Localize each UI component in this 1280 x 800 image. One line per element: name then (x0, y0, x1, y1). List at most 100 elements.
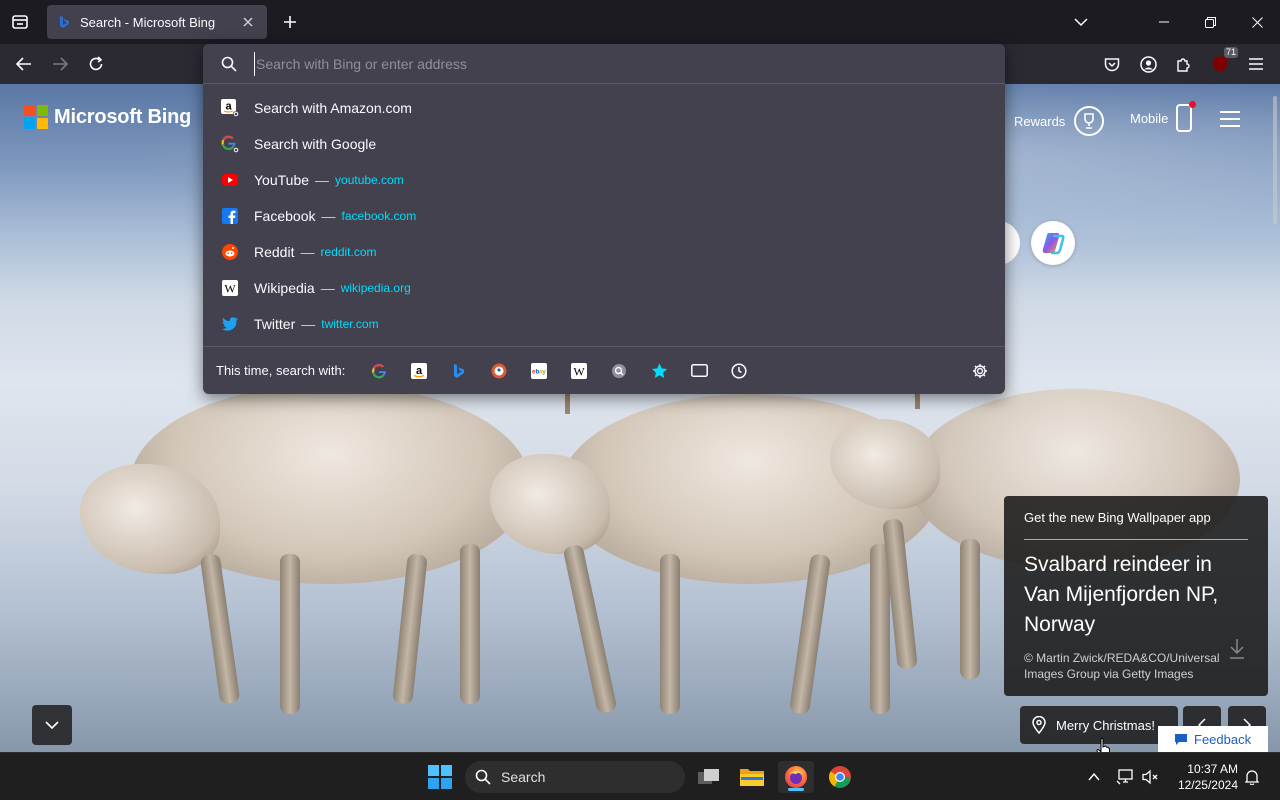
tab-bing[interactable]: Search - Microsoft Bing (47, 5, 267, 39)
speaker-muted-icon (1142, 769, 1158, 785)
oneoff-duckduckgo-button[interactable] (479, 356, 519, 386)
rewards-button[interactable]: Rewards (1014, 106, 1105, 136)
pocket-icon (1104, 57, 1120, 71)
suggestion-row[interactable]: a Search with Amazon.com (203, 90, 1005, 126)
one-off-search-bar: This time, search with: a ebay W (203, 346, 1005, 394)
app-menu-button[interactable] (1242, 50, 1270, 78)
volume-button[interactable] (1140, 761, 1162, 793)
bing-favicon-icon (60, 16, 69, 28)
chevron-down-icon (1074, 18, 1088, 26)
mobile-button[interactable]: Mobile (1130, 101, 1197, 132)
bing-logo-text: Microsoft Bing (54, 105, 192, 128)
task-view-button[interactable] (691, 761, 727, 793)
feedback-icon (1175, 733, 1187, 745)
facebook-icon (221, 207, 239, 225)
wallpaper-app-link[interactable]: Get the new Bing Wallpaper app (1024, 510, 1248, 540)
magnifier-globe-icon (612, 363, 627, 378)
oneoff-amazon-button[interactable]: a (399, 356, 439, 386)
minimize-icon (1159, 21, 1169, 23)
tab-close-button[interactable] (239, 13, 257, 31)
bing-logo[interactable]: Microsoft Bing (24, 105, 191, 129)
windows-taskbar: Search 10:37 AM 12/25/2024 (0, 752, 1280, 800)
download-icon[interactable] (1228, 638, 1246, 660)
microsoft-logo-icon (24, 105, 48, 129)
windows-icon (428, 765, 452, 789)
arrow-left-icon (16, 57, 31, 71)
back-button[interactable] (10, 50, 38, 78)
one-off-label: This time, search with: (216, 363, 346, 378)
oneoff-tabs-button[interactable] (679, 356, 719, 386)
chevron-up-icon (1088, 773, 1100, 781)
account-icon (1139, 55, 1157, 73)
suggestion-row[interactable]: Twitter — twitter.com (203, 306, 1005, 342)
start-button[interactable] (422, 761, 458, 793)
image-title[interactable]: Svalbard reindeer in Van Mijenfjorden NP… (1024, 550, 1248, 640)
restore-icon (1204, 16, 1216, 28)
network-icon (1116, 769, 1133, 785)
new-tab-button[interactable] (278, 10, 302, 34)
suggestion-row[interactable]: YouTube — youtube.com (203, 162, 1005, 198)
mouse-cursor-icon (1096, 738, 1110, 752)
location-pin-icon (1032, 716, 1046, 734)
oneoff-bing-button[interactable] (439, 356, 479, 386)
ublock-extension-button[interactable]: 71 (1206, 47, 1238, 78)
suggestion-separator: — (315, 172, 330, 188)
feedback-button[interactable]: Feedback (1158, 726, 1268, 752)
search-settings-button[interactable] (965, 356, 995, 386)
suggestion-url: wikipedia.org (340, 281, 411, 295)
extensions-button[interactable] (1170, 50, 1198, 78)
mobile-label: Mobile (1130, 110, 1169, 126)
pocket-button[interactable] (1098, 50, 1126, 78)
forward-button[interactable] (46, 50, 74, 78)
firefox-taskbar-button[interactable] (778, 761, 814, 793)
reload-button[interactable] (82, 50, 110, 78)
suggestion-title: Reddit (254, 244, 295, 260)
task-view-icon (698, 769, 719, 784)
extension-badge: 71 (1223, 47, 1238, 58)
oneoff-history-button[interactable] (719, 356, 759, 386)
file-explorer-button[interactable] (734, 761, 770, 793)
account-button[interactable] (1134, 50, 1162, 78)
oneoff-ebay-button[interactable]: ebay (519, 356, 559, 386)
show-hidden-icons-button[interactable] (1084, 761, 1104, 793)
firefox-view-button[interactable] (8, 10, 32, 34)
tab-title: Search - Microsoft Bing (80, 14, 216, 30)
suggestion-row[interactable]: Reddit — reddit.com (203, 234, 1005, 270)
address-bar (203, 44, 1005, 84)
arrow-right-icon (53, 57, 68, 71)
oneoff-custom-search-button[interactable] (599, 356, 639, 386)
address-bar-dropdown: a Search with Amazon.com Search with Googl… (203, 44, 1005, 394)
google-icon (372, 363, 387, 378)
oneoff-bookmarks-button[interactable] (639, 356, 679, 386)
suggestion-row[interactable]: Search with Google (203, 126, 1005, 162)
notifications-button[interactable] (1242, 761, 1262, 793)
amazon-icon: a (221, 99, 239, 117)
oneoff-wikipedia-button[interactable]: W (559, 356, 599, 386)
suggestion-url: facebook.com (341, 209, 417, 223)
system-clock[interactable]: 10:37 AM 12/25/2024 (1168, 761, 1238, 793)
puzzle-icon (1177, 58, 1190, 72)
page-scrollbar[interactable] (1273, 96, 1277, 224)
close-window-button[interactable] (1234, 0, 1280, 44)
firefox-view-icon (12, 15, 28, 29)
restore-button[interactable] (1187, 0, 1233, 44)
gear-icon (973, 364, 987, 378)
suggestion-row[interactable]: Facebook — facebook.com (203, 198, 1005, 234)
image-info-card: Get the new Bing Wallpaper app Svalbard … (1004, 496, 1268, 696)
taskbar-search[interactable]: Search (465, 761, 685, 793)
copilot-button[interactable] (1031, 221, 1075, 265)
list-all-tabs-button[interactable] (1058, 0, 1104, 44)
bing-icon (454, 363, 465, 378)
scroll-down-button[interactable] (32, 705, 72, 745)
suggestion-separator: — (301, 316, 316, 332)
oneoff-google-button[interactable] (359, 356, 399, 386)
chrome-taskbar-button[interactable] (822, 761, 858, 793)
bing-menu-button[interactable] (1220, 111, 1240, 127)
star-icon (651, 363, 667, 378)
minimize-button[interactable] (1141, 0, 1187, 44)
suggestion-url: reddit.com (320, 245, 377, 259)
address-input[interactable] (254, 51, 954, 76)
suggestion-url: youtube.com (335, 173, 404, 187)
network-status-button[interactable] (1114, 761, 1136, 793)
suggestion-row[interactable]: W Wikipedia — wikipedia.org (203, 270, 1005, 306)
